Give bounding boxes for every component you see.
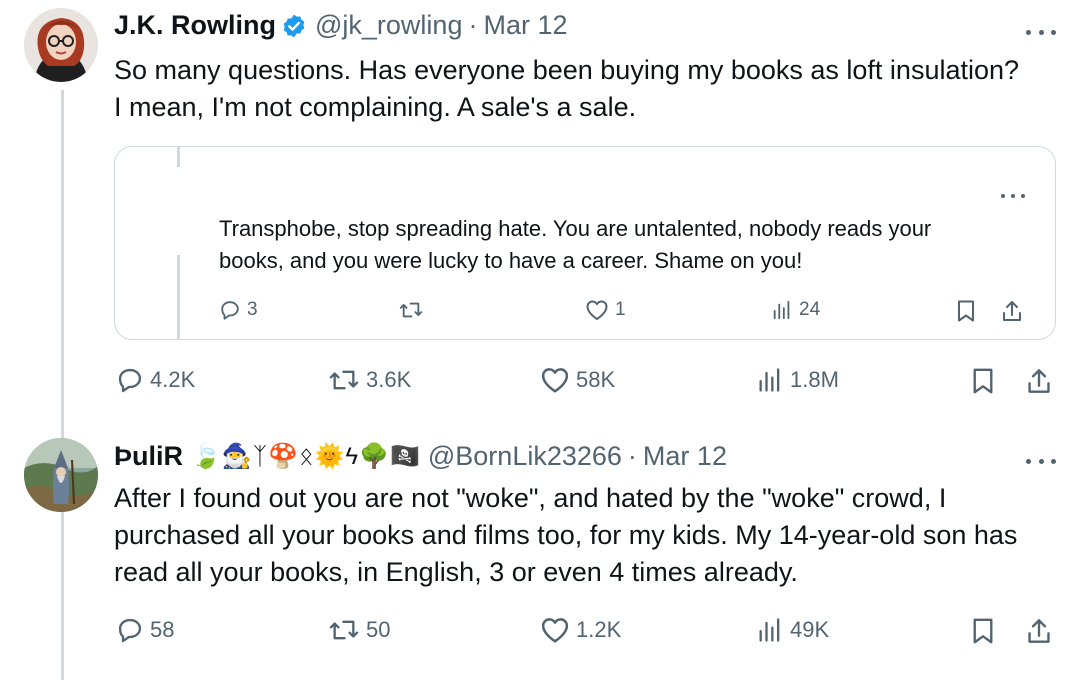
retweet-button[interactable]: 50 (328, 616, 390, 644)
reply-count: 3 (247, 299, 258, 320)
like-count: 1.2K (576, 617, 622, 642)
retweet-count: 3.6K (366, 367, 412, 392)
retweet-icon (329, 620, 359, 640)
bookmark-icon[interactable] (970, 616, 996, 646)
reply-button[interactable]: 58 (116, 616, 174, 644)
name-emoji-row: 🍃 🧙‍♂️ ᛉ 🍄 ᛟ 🌞 ϟ 🌳 🏴‍☠️ (191, 442, 420, 470)
views-icon (759, 368, 780, 392)
retweet-count: 50 (366, 617, 391, 642)
views-icon (773, 300, 790, 320)
quote-views-button[interactable]: 24 (771, 299, 820, 321)
like-icon (541, 368, 569, 393)
quote-thread-line-bottom (177, 255, 180, 339)
reply-icon (118, 368, 142, 393)
views-button[interactable]: 1.8M (756, 366, 839, 394)
views-count: 1.8M (790, 367, 839, 392)
author-name[interactable]: J.K. Rowling (114, 10, 276, 41)
more-icon[interactable] (1026, 456, 1056, 466)
share-icon[interactable] (1026, 366, 1052, 396)
quote-bookmark-icon[interactable] (955, 299, 977, 323)
bookmark-icon[interactable] (970, 366, 996, 396)
quote-share-icon[interactable] (1001, 299, 1023, 323)
like-button[interactable]: 1.2K (540, 616, 621, 644)
separator-dot: · (627, 441, 637, 471)
quote-thread-line-top (177, 147, 180, 167)
tweet-text-line: After I found out you are not "woke", an… (114, 483, 947, 513)
retweet-button[interactable]: 3.6K (328, 366, 411, 394)
like-count: 1 (615, 299, 626, 320)
tweet-text-line: purchased all your books and films too, … (114, 520, 1018, 550)
views-count: 49K (790, 617, 830, 642)
reply-count: 4.2K (150, 367, 196, 392)
more-icon[interactable] (1026, 27, 1056, 37)
views-icon (759, 618, 780, 642)
mushroom-emoji: 🍄 (268, 442, 299, 470)
quoted-tweet-card[interactable]: Transphobe, stop spreading hate. You are… (114, 146, 1056, 340)
quote-text-line: Transphobe, stop spreading hate. You are… (219, 216, 932, 241)
avatar[interactable] (24, 438, 98, 512)
reply-icon (118, 618, 142, 643)
tweet-text-line: So many questions. Has everyone been buy… (114, 55, 1020, 85)
quote-retweet-button[interactable] (399, 299, 429, 321)
reply-icon (221, 301, 239, 320)
author-name[interactable]: ÞuliR (114, 441, 183, 472)
retweet-icon (399, 302, 423, 318)
tweet-text: So many questions. Has everyone been buy… (114, 52, 1019, 126)
reply-button[interactable]: 4.2K (116, 366, 195, 394)
like-count: 58K (576, 367, 616, 392)
reply-count: 58 (150, 617, 175, 642)
othala-rune: ᛟ (299, 442, 314, 470)
share-icon[interactable] (1026, 616, 1052, 646)
quote-reply-button[interactable]: 3 (219, 299, 258, 321)
tweet-date[interactable]: Mar 12 (483, 10, 567, 41)
sowilo-rune: ϟ (345, 442, 359, 470)
quoted-tweet-text: Transphobe, stop spreading hate. You are… (219, 213, 931, 277)
tweet-text-line: read all your books, in English, 3 or ev… (114, 557, 798, 587)
views-button[interactable]: 49K (756, 616, 829, 644)
pirate-flag-emoji: 🏴‍☠️ (389, 442, 420, 470)
quote-more-icon[interactable] (1001, 191, 1025, 201)
tree-emoji: 🌳 (359, 442, 389, 470)
tweet-date[interactable]: Mar 12 (643, 441, 727, 472)
algiz-rune: ᛉ (252, 442, 268, 470)
thread-connector-line (61, 90, 64, 680)
quote-text-line: books, and you were lucky to have a care… (219, 248, 803, 273)
leaf-emoji: 🍃 (191, 442, 221, 470)
author-handle[interactable]: @BornLik23266 (428, 441, 622, 472)
like-icon (586, 300, 608, 320)
sun-emoji: 🌞 (314, 442, 345, 470)
retweet-icon (329, 370, 359, 390)
quote-like-button[interactable]: 1 (585, 299, 626, 321)
avatar[interactable] (24, 8, 98, 82)
tweet-header: J.K. Rowling @jk_rowling · Mar 12 (114, 10, 568, 41)
tweet-text-line: I mean, I'm not complaining. A sale's a … (114, 92, 637, 122)
verified-badge-icon (281, 13, 307, 39)
wizard-emoji: 🧙‍♂️ (221, 442, 252, 470)
views-count: 24 (799, 299, 821, 320)
author-handle[interactable]: @jk_rowling (315, 10, 462, 41)
like-icon (541, 618, 569, 643)
tweet-text: After I found out you are not "woke", an… (114, 480, 1017, 591)
like-button[interactable]: 58K (540, 366, 615, 394)
tweet-header: ÞuliR 🍃 🧙‍♂️ ᛉ 🍄 ᛟ 🌞 ϟ 🌳 🏴‍☠️ @BornLik23… (114, 441, 727, 472)
separator-dot: · (468, 10, 478, 40)
